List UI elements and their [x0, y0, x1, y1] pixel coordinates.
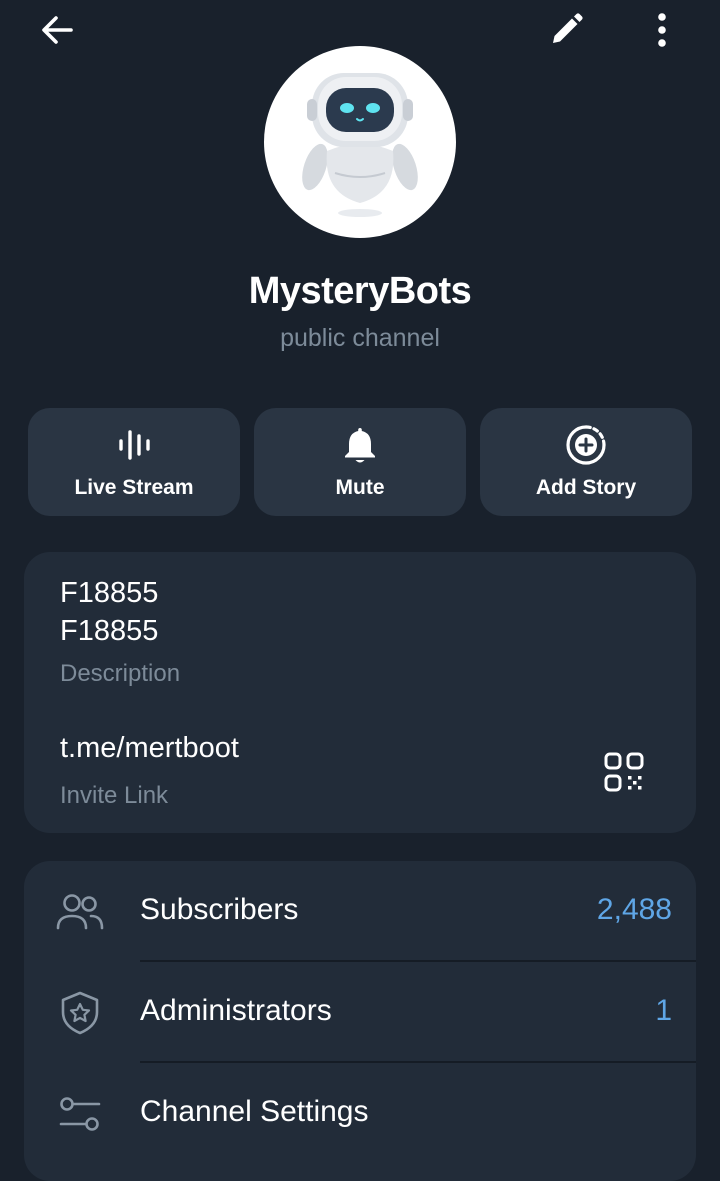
- channel-type: public channel: [280, 324, 440, 352]
- administrators-count: 1: [655, 994, 672, 1027]
- add-story-icon: [565, 424, 607, 466]
- users-icon: [54, 889, 106, 935]
- settings-sliders-icon: [54, 1091, 106, 1137]
- description-text[interactable]: F18855 F18855: [60, 574, 158, 650]
- channel-settings-row[interactable]: Channel Settings: [24, 1063, 696, 1164]
- qr-code-button[interactable]: [598, 748, 650, 800]
- subscribers-count: 2,488: [596, 893, 672, 926]
- administrators-row[interactable]: Administrators 1: [24, 962, 696, 1063]
- bell-icon: [342, 424, 378, 466]
- more-button[interactable]: [638, 8, 686, 56]
- qr-code-icon: [603, 751, 645, 798]
- live-stream-button[interactable]: Live Stream: [28, 408, 240, 516]
- channel-info-card: F18855 F18855 Description t.me/mertboot …: [24, 552, 696, 833]
- action-buttons: Live Stream Mute Add Story: [28, 408, 692, 516]
- shield-star-icon: [54, 990, 106, 1036]
- channel-name: MysteryBots: [248, 270, 472, 312]
- robot-avatar-icon: [285, 55, 435, 230]
- description-label: Description: [60, 660, 181, 687]
- mute-label: Mute: [335, 476, 385, 499]
- arrow-left-icon: [37, 10, 77, 55]
- pencil-icon: [546, 10, 586, 55]
- channel-options-list: Subscribers 2,488 Administrators 1 Chann…: [24, 861, 696, 1181]
- back-button[interactable]: [33, 8, 81, 56]
- more-vertical-icon: [656, 10, 668, 55]
- invite-link-label: Invite Link: [60, 782, 169, 809]
- live-stream-icon: [117, 424, 151, 466]
- administrators-label: Administrators: [140, 994, 332, 1027]
- invite-link[interactable]: t.me/mertboot: [60, 732, 239, 765]
- edit-button[interactable]: [542, 8, 590, 56]
- channel-avatar[interactable]: [264, 46, 456, 238]
- add-story-label: Add Story: [535, 476, 637, 499]
- subscribers-row[interactable]: Subscribers 2,488: [24, 861, 696, 962]
- subscribers-label: Subscribers: [140, 893, 299, 926]
- add-story-button[interactable]: Add Story: [480, 408, 692, 516]
- mute-button[interactable]: Mute: [254, 408, 466, 516]
- channel-settings-label: Channel Settings: [140, 1095, 369, 1128]
- live-stream-label: Live Stream: [74, 476, 194, 499]
